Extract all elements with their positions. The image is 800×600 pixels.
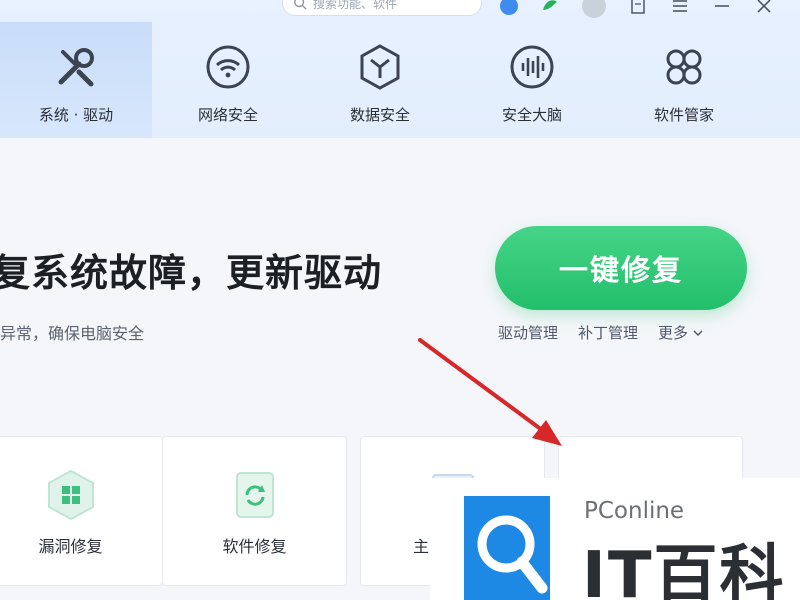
tab-label: 数据安全 bbox=[349, 106, 410, 124]
avatar[interactable] bbox=[582, 0, 606, 18]
menu-icon[interactable] bbox=[670, 0, 690, 16]
page-subtitle: 异常，确保电脑安全 bbox=[0, 324, 145, 343]
tab-security-brain[interactable]: 安全大脑 bbox=[456, 22, 608, 138]
search-icon bbox=[294, 0, 307, 10]
leaf-icon[interactable] bbox=[540, 0, 560, 16]
card-vulnerability-fix[interactable]: 漏洞修复 bbox=[0, 436, 163, 586]
shield-icon[interactable] bbox=[500, 0, 518, 15]
more-label: 更多 bbox=[658, 324, 689, 342]
page-title: 复系统故障，更新驱动 bbox=[0, 251, 383, 295]
software-flower-icon bbox=[659, 42, 709, 92]
tab-label: 安全大脑 bbox=[501, 106, 562, 124]
patch-manage-link[interactable]: 补丁管理 bbox=[578, 322, 638, 343]
refresh-doc-icon bbox=[235, 472, 274, 518]
close-icon[interactable] bbox=[754, 0, 774, 16]
skin-icon[interactable] bbox=[628, 0, 648, 16]
main-nav: 系统 · 驱动 网络安全 数据安全 安全大脑 软件管家 bbox=[0, 22, 760, 138]
windows-shield-icon bbox=[47, 469, 94, 521]
search-input[interactable]: 搜索功能、软件 bbox=[282, 0, 482, 16]
card-label: 软件修复 bbox=[222, 537, 287, 556]
pconline-watermark: PConline IT百科 bbox=[430, 478, 800, 600]
one-click-fix-button[interactable]: 一键修复 bbox=[495, 226, 747, 310]
chevron-down-icon bbox=[693, 329, 703, 336]
tab-label: 系统 · 驱动 bbox=[38, 106, 114, 124]
search-placeholder: 搜索功能、软件 bbox=[313, 0, 398, 11]
more-link[interactable]: 更多 bbox=[658, 322, 704, 343]
app-header: 搜索功能、软件 系统 · 驱动 网络安全 数据安全 安全大脑 软件管家 bbox=[0, 0, 800, 138]
tab-system-driver[interactable]: 系统 · 驱动 bbox=[0, 22, 152, 138]
watermark-brand: PConline bbox=[584, 498, 685, 524]
pconline-logo-icon bbox=[464, 496, 550, 600]
card-software-fix[interactable]: 软件修复 bbox=[162, 436, 347, 586]
card-label: 漏洞修复 bbox=[38, 537, 103, 556]
annotation-arrow bbox=[418, 338, 562, 446]
watermark-name: IT百科 bbox=[582, 539, 786, 600]
minimize-icon[interactable] bbox=[712, 0, 732, 16]
voice-wave-icon bbox=[507, 42, 557, 92]
tab-label: 软件管家 bbox=[653, 106, 714, 124]
tab-label: 网络安全 bbox=[197, 106, 258, 124]
tab-software-manager[interactable]: 软件管家 bbox=[608, 22, 760, 138]
wifi-icon bbox=[203, 42, 253, 92]
wrench-screwdriver-icon bbox=[51, 42, 101, 92]
window-controls bbox=[500, 0, 796, 18]
hexagon-data-icon bbox=[355, 42, 405, 92]
tab-data-security[interactable]: 数据安全 bbox=[304, 22, 456, 138]
tab-network-security[interactable]: 网络安全 bbox=[152, 22, 304, 138]
